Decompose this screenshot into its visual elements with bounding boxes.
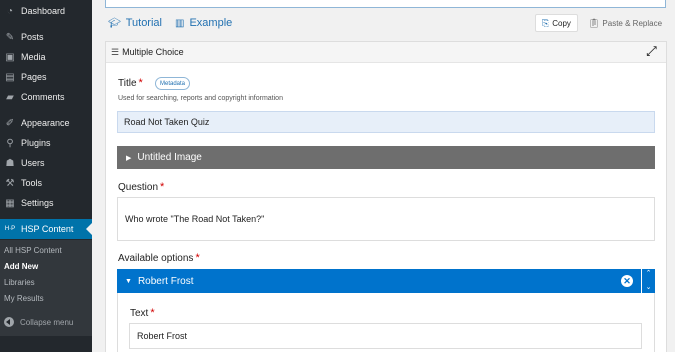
move-up-icon[interactable]: ⌃ (646, 269, 652, 279)
text-label-row: Text * (130, 307, 155, 319)
sidebar-item-appearance[interactable]: ✐ Appearance (0, 113, 92, 133)
title-help-text: Used for searching, reports and copyrigh… (118, 95, 283, 102)
sidebar-item-plugins[interactable]: ⚲ Plugins (0, 133, 92, 153)
tutorial-link[interactable]: 🎓︎ Tutorial (108, 17, 162, 29)
brush-icon: ✐ (5, 117, 15, 129)
expand-icon[interactable]: ⟷ (643, 43, 661, 61)
sidebar-item-dashboard[interactable]: ◔ Dashboard (0, 1, 92, 21)
options-label: Available options (118, 253, 194, 264)
sidebar-item-label: Dashboard (21, 6, 66, 16)
paste-replace-button[interactable]: 📋︎ Paste & Replace (585, 14, 665, 32)
submenu-item-all-content[interactable]: All HSP Content (4, 246, 62, 255)
option-body: Text * Robert Frost (117, 293, 655, 352)
text-label: Text (130, 308, 149, 319)
submenu-item-my-results[interactable]: My Results (4, 294, 44, 303)
option-title: Robert Frost (137, 275, 194, 287)
clipboard-icon: 📋︎ (587, 17, 600, 28)
example-link[interactable]: ▥ Example (175, 17, 232, 29)
book-icon: ▥ (175, 17, 185, 29)
list-icon: ☰ (111, 46, 120, 57)
sidebar-item-label: Tools (21, 178, 43, 188)
sidebar-item-comments[interactable]: ▰ Comments (0, 87, 92, 107)
sidebar-item-tools[interactable]: ⚒ Tools (0, 173, 92, 193)
copy-icon: ⎘ (542, 17, 550, 28)
multiple-choice-panel: ☰ Multiple Choice ⟷ Title * Metadata Used… (105, 41, 667, 352)
comments-icon: ▰ (6, 91, 14, 103)
required-marker: * (150, 307, 155, 319)
collapse-icon (4, 317, 14, 327)
question-label: Question (118, 182, 159, 193)
image-label: Untitled Image (137, 152, 202, 163)
sidebar-item-label: Users (21, 158, 45, 168)
sidebar-item-media[interactable]: ▣ Media (0, 47, 92, 67)
dashboard-icon: ◔ (6, 5, 14, 17)
sidebar-item-posts[interactable]: ✎ Posts (0, 27, 92, 47)
h5p-icon: H·P (4, 226, 16, 232)
remove-option-icon[interactable]: ✕ (621, 275, 633, 287)
sidebar-item-settings[interactable]: ▦ Settings (0, 193, 92, 213)
move-down-icon[interactable]: ⌄ (646, 283, 652, 293)
settings-icon: ▦ (5, 197, 15, 209)
collapse-menu-label: Collapse menu (20, 317, 74, 327)
sidebar-item-label: Pages (21, 72, 47, 82)
option-header[interactable]: ▼ Robert Frost ✕ (117, 269, 641, 293)
submenu-item-libraries[interactable]: Libraries (4, 278, 35, 287)
untitled-image-collapsible[interactable]: ▶ Untitled Image (117, 146, 655, 169)
graduation-cap-icon: 🎓︎ (108, 17, 121, 29)
wrench-icon: ⚒ (5, 177, 15, 189)
title-label-row: Title * (118, 77, 143, 89)
pages-icon: ▤ (5, 71, 15, 83)
submenu-item-add-new[interactable]: Add New (4, 262, 38, 271)
sidebar-item-label: Posts (21, 32, 44, 42)
sidebar-item-label: Plugins (21, 138, 51, 148)
sidebar-item-label: HSP Content (21, 224, 74, 234)
required-marker: * (138, 77, 143, 89)
sidebar-item-label: Appearance (21, 118, 70, 128)
option-order-controls: ⌃ ⌄ (641, 269, 655, 293)
option-text-input[interactable]: Robert Frost (129, 323, 642, 349)
caret-right-icon: ▶ (126, 154, 132, 162)
sidebar-item-label: Comments (21, 92, 65, 102)
pin-icon: ✎ (5, 31, 15, 43)
panel-title: Multiple Choice (122, 47, 184, 57)
sidebar-item-users[interactable]: ☗ Users (0, 153, 92, 173)
sidebar-item-pages[interactable]: ▤ Pages (0, 67, 92, 87)
copy-button[interactable]: ⎘ Copy (535, 14, 578, 32)
panel-header: ☰ Multiple Choice ⟷ (106, 42, 666, 63)
question-input[interactable]: Who wrote "The Road Not Taken?" (117, 197, 655, 241)
plug-icon: ⚲ (6, 137, 14, 149)
media-icon: ▣ (5, 51, 15, 63)
title-input[interactable]: Road Not Taken Quiz (117, 111, 655, 133)
user-icon: ☗ (5, 157, 15, 169)
paste-label: Paste & Replace (602, 18, 663, 28)
example-label: Example (189, 17, 233, 29)
content-title-box (105, 0, 666, 8)
sidebar-item-label: Settings (21, 198, 54, 208)
required-marker: * (195, 252, 200, 264)
metadata-button[interactable]: Metadata (155, 77, 191, 90)
sidebar-item-label: Media (21, 52, 46, 62)
title-label: Title (118, 78, 137, 89)
collapse-menu-button[interactable]: Collapse menu (0, 313, 92, 331)
options-label-row: Available options * (118, 252, 200, 264)
required-marker: * (160, 181, 165, 193)
copy-label: Copy (552, 18, 571, 28)
admin-sidebar: ◔ Dashboard ✎ Posts ▣ Media ▤ Pages ▰ Co… (0, 0, 92, 352)
caret-down-icon: ▼ (125, 277, 132, 285)
sidebar-item-hsp-content[interactable]: H·P HSP Content (0, 219, 92, 239)
editor-main: 🎓︎ Tutorial ▥ Example ⎘ Copy 📋︎ Paste & … (92, 0, 675, 352)
question-label-row: Question * (118, 181, 164, 193)
tutorial-label: Tutorial (125, 17, 162, 29)
